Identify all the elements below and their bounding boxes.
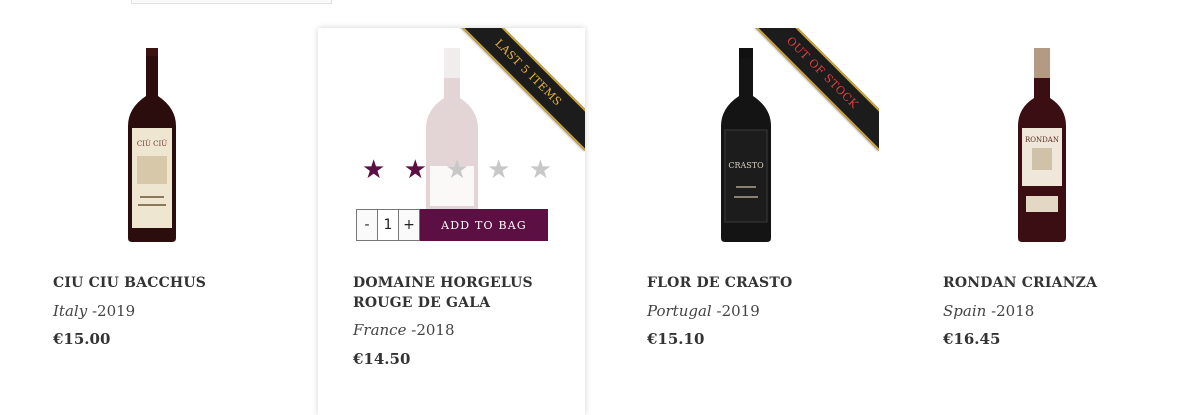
product-year: -2018 bbox=[411, 321, 455, 339]
product-country: Portugal bbox=[647, 302, 712, 320]
quantity-stepper: - 1 + ADD TO BAG bbox=[356, 209, 548, 241]
ribbon-label: LAST 5 ITEMS bbox=[450, 28, 585, 151]
wine-bottle-image[interactable]: RONDAN bbox=[1012, 46, 1072, 246]
product-card-ciu-ciu[interactable]: CIÙ CIÙ CIU CIU BACCHUS Italy -2019 €15.… bbox=[18, 28, 285, 415]
product-year: -2019 bbox=[91, 302, 136, 320]
product-origin: Portugal -2019 bbox=[647, 302, 760, 320]
product-name[interactable]: DOMAINE HORGELUS ROUGE DE GALA bbox=[353, 273, 565, 313]
product-name[interactable]: FLOR DE CRASTO bbox=[647, 273, 859, 293]
add-to-bag-button[interactable]: ADD TO BAG bbox=[420, 209, 548, 241]
product-year: -2018 bbox=[991, 302, 1035, 320]
wine-bottle-image[interactable]: CIÙ CIÙ bbox=[122, 46, 182, 246]
product-year: -2019 bbox=[716, 302, 760, 320]
product-price: €14.50 bbox=[353, 350, 411, 368]
quantity-decrease-button[interactable]: - bbox=[356, 209, 378, 241]
quantity-increase-button[interactable]: + bbox=[398, 209, 420, 241]
search-bar-edge bbox=[131, 0, 332, 4]
product-price: €15.00 bbox=[53, 330, 111, 348]
product-price: €16.45 bbox=[943, 330, 1001, 348]
product-country: France bbox=[353, 321, 407, 339]
star-empty-icon: ★ bbox=[445, 155, 469, 185]
product-card-flor-de-crasto[interactable]: CRASTO OUT OF STOCK FLOR DE CRASTO Portu… bbox=[612, 28, 879, 415]
bottle-label-text: RONDAN bbox=[1025, 136, 1059, 144]
ribbon-label: OUT OF STOCK bbox=[744, 28, 879, 151]
product-country: Spain bbox=[943, 302, 987, 320]
quantity-input[interactable]: 1 bbox=[378, 209, 398, 241]
star-filled-icon: ★ bbox=[403, 155, 427, 185]
star-filled-icon: ★ bbox=[362, 155, 386, 185]
product-country: Italy bbox=[53, 302, 88, 320]
stock-ribbon: LAST 5 ITEMS bbox=[445, 28, 585, 168]
bottle-label-text: CIÙ CIÙ bbox=[136, 139, 166, 148]
stock-ribbon: OUT OF STOCK bbox=[739, 28, 879, 168]
star-empty-icon: ★ bbox=[528, 155, 552, 185]
product-name[interactable]: RONDAN CRIANZA bbox=[943, 273, 1155, 293]
product-origin: Spain -2018 bbox=[943, 302, 1034, 320]
product-price: €15.10 bbox=[647, 330, 705, 348]
product-origin: Italy -2019 bbox=[53, 302, 135, 320]
product-name[interactable]: CIU CIU BACCHUS bbox=[53, 273, 265, 293]
product-card-horgelus[interactable]: LAST 5 ITEMS ★ ★ ★ ★ ★ - 1 + ADD TO BAG … bbox=[318, 28, 585, 415]
product-origin: France -2018 bbox=[353, 321, 455, 339]
product-card-rondan[interactable]: RONDAN RONDAN CRIANZA Spain -2018 €16.45 bbox=[908, 28, 1175, 415]
star-empty-icon: ★ bbox=[487, 155, 511, 185]
rating-stars: ★ ★ ★ ★ ★ bbox=[362, 156, 552, 184]
